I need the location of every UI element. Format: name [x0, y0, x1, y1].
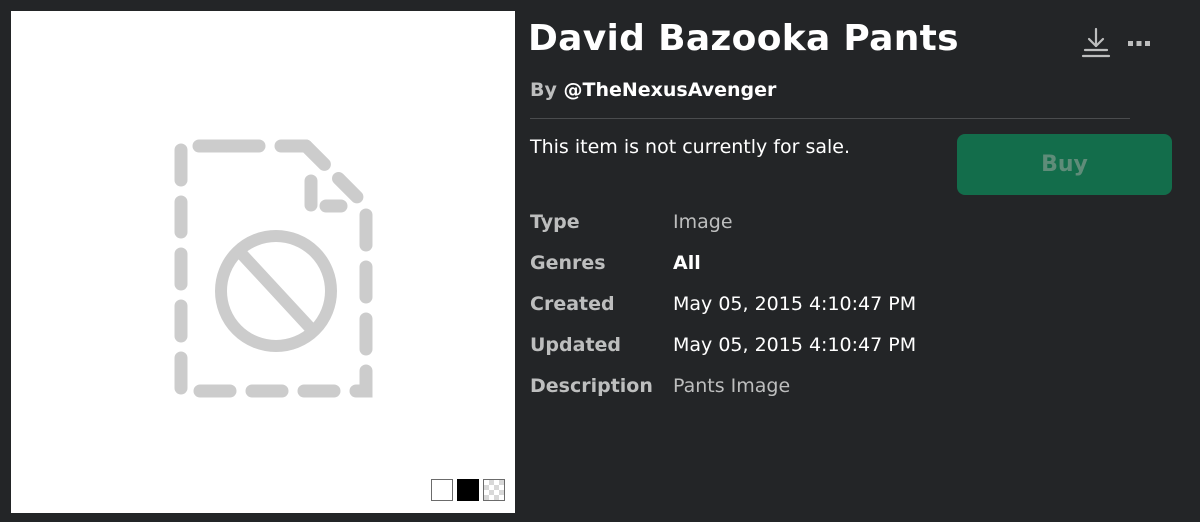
creator-line: By @TheNexusAvenger — [530, 79, 776, 101]
white-background-swatch[interactable] — [431, 479, 453, 501]
genre-link[interactable]: All — [673, 252, 701, 274]
sale-status: This item is not currently for sale. — [530, 136, 851, 158]
transparent-background-swatch[interactable] — [483, 479, 505, 501]
header-actions — [1080, 26, 1152, 60]
detail-value: May 05, 2015 4:10:47 PM — [673, 334, 917, 356]
download-icon[interactable] — [1080, 26, 1112, 60]
unavailable-file-icon — [174, 139, 373, 398]
detail-label: Description — [530, 375, 653, 397]
detail-value: Image — [673, 211, 733, 233]
detail-label: Type — [530, 211, 580, 233]
item-title: David Bazooka Pants — [528, 18, 959, 59]
black-background-swatch[interactable] — [457, 479, 479, 501]
detail-label: Updated — [530, 334, 622, 356]
detail-label: Created — [530, 293, 615, 315]
divider — [530, 118, 1130, 119]
more-options-icon[interactable] — [1126, 26, 1152, 60]
creator-link[interactable]: @TheNexusAvenger — [563, 79, 776, 101]
background-swatches — [431, 479, 505, 501]
detail-label: Genres — [530, 252, 606, 274]
by-label: By — [530, 79, 564, 101]
detail-value: May 05, 2015 4:10:47 PM — [673, 293, 917, 315]
item-thumbnail — [11, 11, 515, 513]
detail-value: Pants Image — [673, 375, 791, 397]
buy-button[interactable]: Buy — [957, 134, 1172, 195]
